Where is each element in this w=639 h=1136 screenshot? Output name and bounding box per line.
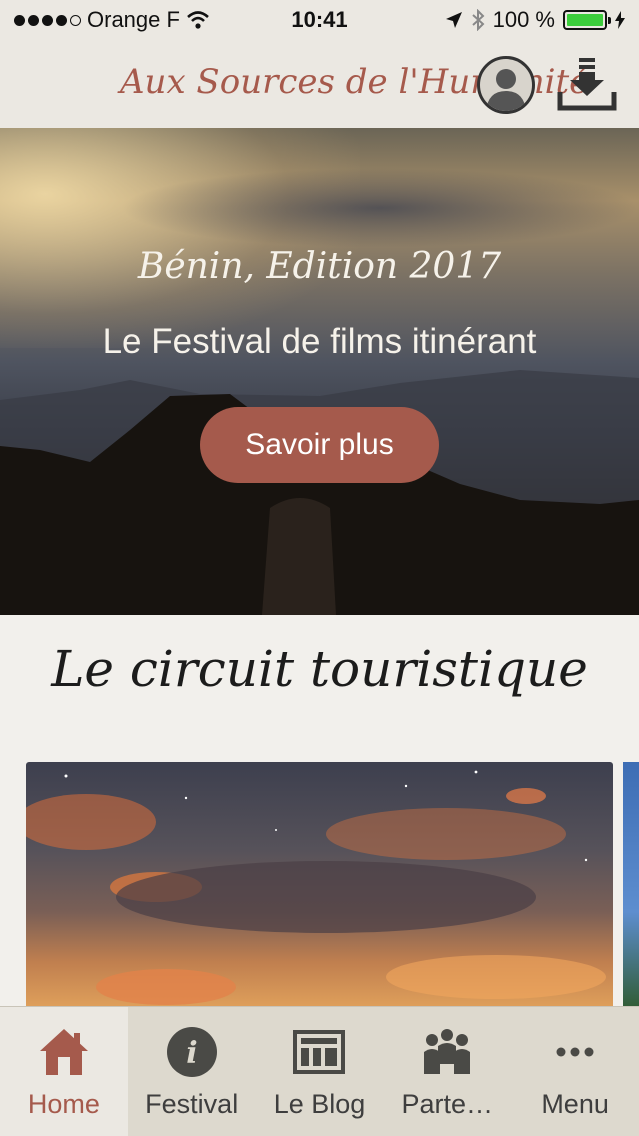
tab-partenaires[interactable]: Parte… [383, 1007, 511, 1136]
tab-partenaires-label: Parte… [401, 1089, 494, 1119]
home-icon [37, 1025, 91, 1079]
tab-menu[interactable]: Menu [511, 1007, 639, 1136]
charging-bolt-icon [615, 11, 625, 29]
hero-landscape-silhouette [0, 370, 639, 615]
tab-festival-label: Festival [145, 1089, 239, 1119]
card-sunset-image [26, 770, 606, 1005]
tour-card[interactable] [26, 762, 613, 1012]
battery-percent: 100 % [492, 7, 555, 32]
svg-text:i: i [186, 1036, 197, 1071]
tab-le-blog-label: Le Blog [273, 1089, 366, 1119]
tab-le-blog[interactable]: Le Blog [256, 1007, 384, 1136]
tab-home[interactable]: Home [0, 1007, 128, 1136]
tour-card-next-peek[interactable] [623, 762, 639, 1012]
user-silhouette-icon [486, 69, 526, 111]
status-left: Orange F [14, 7, 445, 33]
partners-icon [420, 1025, 474, 1079]
hero-title: Le Festival de films itinérant [102, 322, 537, 361]
download-icon [557, 58, 617, 111]
location-arrow-icon [445, 12, 462, 28]
status-bar: Orange F 10:41 100 % [0, 0, 639, 40]
wifi-icon [187, 11, 209, 29]
status-right: 100 % [445, 7, 625, 33]
bluetooth-icon [471, 9, 485, 31]
section-heading: Le circuit touristique [51, 640, 588, 698]
app-header: Aux Sources de l'Humanité [0, 40, 639, 128]
download-button[interactable] [556, 56, 618, 112]
battery-icon [563, 10, 611, 30]
tab-menu-label: Menu [541, 1089, 609, 1119]
carrier-name: Orange F [87, 7, 180, 32]
info-icon: i [165, 1025, 219, 1079]
profile-avatar[interactable] [477, 56, 535, 114]
tab-home-label: Home [27, 1089, 100, 1119]
hero-subtitle: Bénin, Edition 2017 [137, 246, 502, 287]
signal-strength-icon [14, 14, 81, 26]
savoir-plus-button[interactable]: Savoir plus [200, 407, 439, 483]
bottom-tab-bar: Home i Festival Le Blog Parte… Menu [0, 1006, 639, 1136]
newspaper-icon [292, 1025, 346, 1079]
more-icon [548, 1025, 602, 1079]
tab-festival[interactable]: i Festival [128, 1007, 256, 1136]
hero-banner: Bénin, Edition 2017 Le Festival de films… [0, 128, 639, 615]
